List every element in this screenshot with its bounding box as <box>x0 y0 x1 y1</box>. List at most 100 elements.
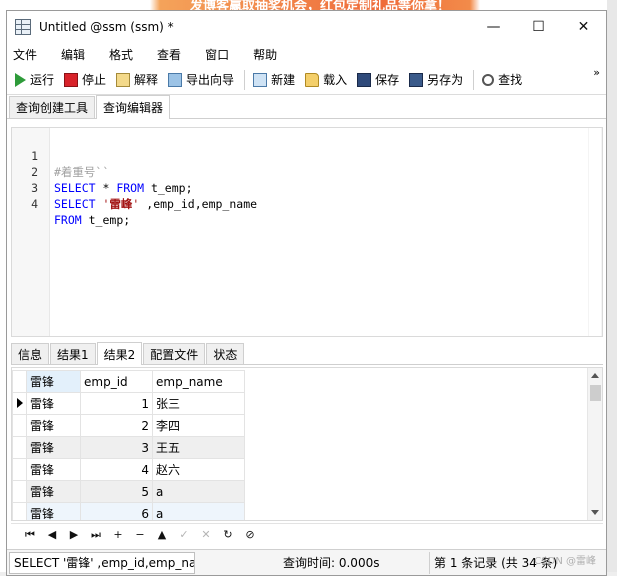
column-header[interactable]: 雷锋 <box>26 370 81 393</box>
app-grid-icon <box>15 19 31 35</box>
table-cell[interactable]: 5 <box>80 480 153 503</box>
title-bar[interactable]: Untitled @ssm (ssm) * — ☐ ✕ <box>7 11 606 43</box>
table-cell[interactable]: 赵六 <box>152 458 245 481</box>
status-sql-text: SELECT '雷锋' ,emp_id,emp_nam <box>9 551 195 574</box>
table-cell[interactable]: 1 <box>80 392 153 415</box>
row-marker <box>12 480 27 503</box>
menu-window[interactable]: 窗口 <box>193 46 241 63</box>
apply-changes-icon[interactable]: ✓ <box>173 526 195 544</box>
previous-record-icon[interactable]: ◀ <box>41 526 63 544</box>
discard-changes-icon[interactable]: ✕ <box>195 526 217 544</box>
column-header[interactable]: emp_name <box>152 370 245 393</box>
table-cell[interactable]: 雷锋 <box>26 414 81 437</box>
menu-format[interactable]: 格式 <box>97 46 145 63</box>
maximize-button[interactable]: ☐ <box>516 11 561 43</box>
code-text: ,emp_id,emp_name <box>139 197 258 211</box>
tab-info[interactable]: 信息 <box>11 343 50 364</box>
next-record-icon[interactable]: ▶ <box>63 526 85 544</box>
stop-loading-icon[interactable]: ⊘ <box>239 526 261 544</box>
string-quote: ' <box>95 197 110 211</box>
code-line: 2 SELECT * FROM t_emp; <box>12 148 602 195</box>
table-cell[interactable]: 雷锋 <box>26 458 81 481</box>
last-record-icon[interactable]: ⏭ <box>85 526 107 544</box>
current-row-arrow-icon <box>17 397 23 408</box>
tab-result2[interactable]: 结果2 <box>96 342 143 365</box>
add-record-icon[interactable]: + <box>107 526 129 544</box>
toolbar-overflow-button[interactable]: » <box>593 67 600 79</box>
scrollbar-thumb[interactable] <box>589 128 601 336</box>
table-cell[interactable]: 张三 <box>152 392 245 415</box>
table-cell[interactable]: a <box>152 480 245 503</box>
delete-record-icon[interactable]: − <box>129 526 151 544</box>
menu-help[interactable]: 帮助 <box>241 46 289 63</box>
run-button[interactable]: 运行 <box>11 68 58 92</box>
close-button[interactable]: ✕ <box>561 11 606 43</box>
result-grid: 雷锋 emp_id emp_name 雷锋 1 张三 雷锋 2 李四 雷锋 3 … <box>11 367 603 521</box>
grid-scrollbar[interactable] <box>587 368 602 520</box>
tab-profile[interactable]: 配置文件 <box>143 343 206 364</box>
string-literal: 雷峰 <box>109 197 133 211</box>
editor-tabs: 查询创建工具 查询编辑器 <box>7 95 606 119</box>
editor-scrollbar[interactable] <box>588 128 602 336</box>
table-cell[interactable]: a <box>152 502 245 520</box>
table-row[interactable]: 雷锋 3 王五 <box>12 436 245 459</box>
tab-query-builder[interactable]: 查询创建工具 <box>9 96 96 118</box>
scroll-up-icon[interactable] <box>591 373 599 378</box>
save-as-icon <box>409 72 424 87</box>
save-as-button[interactable]: 另存为 <box>405 68 467 92</box>
row-marker-header <box>12 370 27 393</box>
find-button[interactable]: 查找 <box>478 68 526 92</box>
table-cell[interactable]: 雷锋 <box>26 502 81 520</box>
column-header[interactable]: emp_id <box>80 370 153 393</box>
table-cell[interactable]: 4 <box>80 458 153 481</box>
table-row[interactable]: 雷锋 2 李四 <box>12 414 245 437</box>
new-button[interactable]: 新建 <box>249 68 299 92</box>
toolbar-divider <box>473 69 475 90</box>
play-icon <box>15 72 26 87</box>
menu-edit[interactable]: 编辑 <box>49 46 97 63</box>
navicat-window: Untitled @ssm (ssm) * — ☐ ✕ 文件 编辑 格式 查看 … <box>6 10 607 576</box>
explain-button[interactable]: 解释 <box>112 68 162 92</box>
move-up-icon[interactable]: ▲ <box>151 526 173 544</box>
keyword: FROM <box>54 213 82 227</box>
refresh-icon[interactable]: ↻ <box>217 526 239 544</box>
current-row-marker <box>12 392 27 415</box>
tab-status[interactable]: 状态 <box>206 343 245 364</box>
stop-button[interactable]: 停止 <box>60 68 110 92</box>
line-number: 4 <box>31 197 38 211</box>
table-cell[interactable]: 6 <box>80 502 153 520</box>
load-button[interactable]: 载入 <box>301 68 351 92</box>
sql-editor[interactable]: 1 #着重号`` 2 SELECT * FROM t_emp; 3 SELECT… <box>11 127 603 337</box>
row-marker <box>12 436 27 459</box>
scroll-down-icon[interactable] <box>591 510 599 515</box>
table-row[interactable]: 雷锋 6 a <box>12 502 245 520</box>
search-icon <box>482 73 495 86</box>
code-line: 4 FROM t_emp; <box>12 180 602 227</box>
result-tabs: 信息 结果1 结果2 配置文件 状态 <box>11 342 603 365</box>
window-title: Untitled @ssm (ssm) * <box>39 20 174 34</box>
tab-query-editor[interactable]: 查询编辑器 <box>96 95 171 119</box>
table-cell[interactable]: 2 <box>80 414 153 437</box>
table-cell[interactable]: 雷锋 <box>26 480 81 503</box>
table-cell[interactable]: 雷锋 <box>26 436 81 459</box>
first-record-icon[interactable]: ⏮ <box>19 526 41 544</box>
table-cell[interactable]: 雷锋 <box>26 392 81 415</box>
table-row[interactable]: 雷锋 5 a <box>12 480 245 503</box>
status-bar: SELECT '雷锋' ,emp_id,emp_nam 查询时间: 0.000s… <box>7 549 606 575</box>
status-query-time: 查询时间: 0.000s <box>283 556 380 570</box>
table-cell[interactable]: 王五 <box>152 436 245 459</box>
export-wizard-button[interactable]: 导出向导 <box>164 68 238 92</box>
table-row[interactable]: 雷锋 1 张三 <box>12 392 245 415</box>
table-cell[interactable]: 3 <box>80 436 153 459</box>
new-query-icon <box>253 72 268 87</box>
row-marker <box>12 414 27 437</box>
menu-view[interactable]: 查看 <box>145 46 193 63</box>
table-cell[interactable]: 李四 <box>152 414 245 437</box>
minimize-button[interactable]: — <box>471 11 516 43</box>
menu-file[interactable]: 文件 <box>11 46 49 63</box>
table-row[interactable]: 雷锋 4 赵六 <box>12 458 245 481</box>
save-button[interactable]: 保存 <box>353 68 403 92</box>
tab-result1[interactable]: 结果1 <box>50 343 96 364</box>
background-right <box>607 0 617 576</box>
scrollbar-thumb[interactable] <box>590 385 601 401</box>
